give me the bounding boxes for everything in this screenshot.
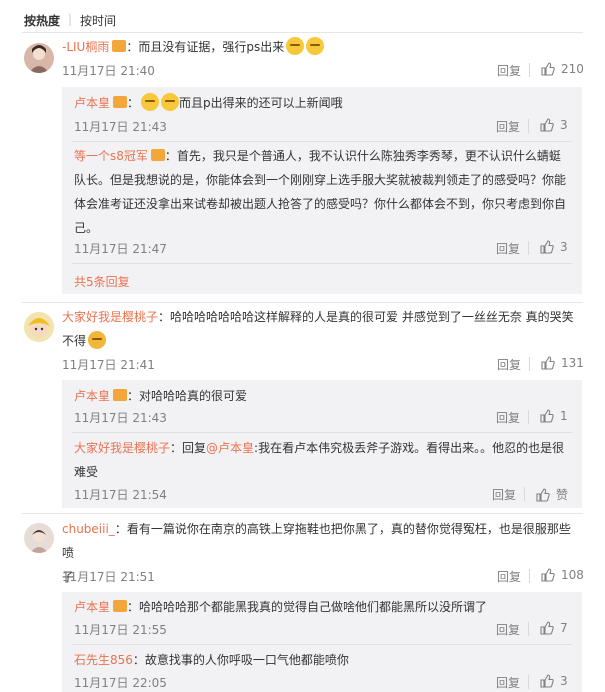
divider <box>528 241 529 255</box>
reply-time: 11月17日 21:55 <box>74 623 167 637</box>
thumbs-up-icon <box>541 568 555 582</box>
divider <box>72 644 572 645</box>
reply-text: 石先生856：故意找事的人你呼吸一口气他都能喷你 <box>74 653 349 667</box>
sort-by-time-tab[interactable]: 按时间 <box>80 12 116 29</box>
thumbs-up-icon <box>541 62 555 76</box>
reply-button[interactable]: 回复 <box>496 240 520 257</box>
divider <box>72 432 572 433</box>
comment-text: -LIU桐雨 ：而且没有证据，强行ps出来 <box>62 35 582 59</box>
thumbs-up-icon <box>540 118 554 132</box>
divider <box>72 263 572 264</box>
doge-emoji-icon <box>141 93 160 111</box>
doge-emoji-icon <box>161 93 180 111</box>
divider <box>529 63 530 77</box>
like-button[interactable]: 3 <box>540 674 568 688</box>
username-link[interactable]: 卢本皇 <box>74 600 110 614</box>
thumbs-up-icon <box>541 356 555 370</box>
comment-time: 11月17日 21:41 <box>62 358 155 372</box>
more-replies-link[interactable]: 共5条回复 <box>74 273 130 290</box>
divider <box>529 569 530 583</box>
like-button[interactable]: 3 <box>540 118 568 132</box>
reply-text: 卢本皇 ：对哈哈哈真的很可爱 <box>74 389 248 403</box>
divider <box>524 487 525 501</box>
divider <box>528 410 529 424</box>
like-button[interactable]: 3 <box>540 240 568 254</box>
vip-badge-icon <box>113 389 128 401</box>
reply-button[interactable]: 回复 <box>496 621 520 638</box>
comment-time: 11月17日 21:51 <box>62 570 155 584</box>
like-button[interactable]: 1 <box>540 409 568 423</box>
username-link[interactable]: 等一个s8冠军 <box>74 149 148 163</box>
reply-box: 卢本皇 ：对哈哈哈真的很可爱 11月17日 21:43 回复 1 大家好我是樱桃子… <box>62 380 582 508</box>
divider <box>529 357 530 371</box>
reply-button[interactable]: 回复 <box>497 62 521 79</box>
reply-button[interactable]: 回复 <box>496 409 520 426</box>
avatar[interactable] <box>24 43 54 73</box>
reply-text: 卢本皇：而且p出得来的还可以上新闻哦 <box>74 91 574 115</box>
username-link[interactable]: 卢本皇 <box>74 96 110 110</box>
username-link[interactable]: -LIU桐雨 <box>62 40 109 54</box>
username-link[interactable]: chubeiii_ <box>62 522 115 536</box>
username-link[interactable]: 卢本皇 <box>74 389 110 403</box>
reply-time: 11月17日 21:47 <box>74 242 167 256</box>
divider <box>22 513 583 514</box>
reply-box: 卢本皇 ：哈哈哈哈那个都能黑我真的觉得自己做啥他们都能黑所以没所谓了 11月17日… <box>62 592 582 692</box>
reply-button[interactable]: 回复 <box>496 118 520 135</box>
reply-time: 11月17日 21:43 <box>74 411 167 425</box>
avatar[interactable] <box>24 312 54 342</box>
doge-emoji-icon <box>286 37 305 55</box>
vip-badge-icon <box>113 600 128 612</box>
thumbs-up-icon <box>540 621 554 635</box>
vip-badge-icon <box>112 40 127 52</box>
comment-time: 11月17日 21:40 <box>62 64 155 78</box>
sort-separator: | <box>68 12 73 26</box>
like-button[interactable]: 7 <box>540 621 568 635</box>
doge-emoji-icon <box>306 37 325 55</box>
reply-time: 11月17日 21:43 <box>74 120 167 134</box>
sort-by-hot-tab[interactable]: 按热度 <box>24 12 60 29</box>
reply-box: 卢本皇：而且p出得来的还可以上新闻哦 11月17日 21:43 回复 3 等一个… <box>62 87 582 294</box>
reply-text: 大家好我是樱桃子：回复@卢本皇:我在看卢本伟究极丢斧子游戏。看得出来。。他忍的也… <box>74 441 565 479</box>
vip-badge-icon <box>113 96 128 108</box>
like-button[interactable]: 108 <box>541 568 584 582</box>
thumbs-up-icon <box>540 240 554 254</box>
comment-text: 大家好我是樱桃子：哈哈哈哈哈哈哈这样解释的人是真的很可爱 并感觉到了一丝丝无奈 … <box>62 310 574 349</box>
username-link[interactable]: 大家好我是樱桃子 <box>62 310 158 324</box>
username-link[interactable]: 大家好我是樱桃子 <box>74 441 170 455</box>
laugh-cry-emoji-icon <box>88 331 107 349</box>
divider <box>528 675 529 689</box>
reply-button[interactable]: 回复 <box>497 568 521 585</box>
divider <box>528 622 529 636</box>
divider <box>22 302 583 303</box>
divider <box>72 141 572 142</box>
reply-text: 等一个s8冠军 ：首先，我只是个普通人，我不认识什么陈独秀李秀琴，更不认识什么蜻蜓… <box>74 149 567 235</box>
divider <box>22 32 583 33</box>
vip-badge-icon <box>150 149 165 161</box>
username-link[interactable]: 石先生856 <box>74 653 133 667</box>
mention-link[interactable]: @卢本皇 <box>206 441 254 455</box>
reply-time: 11月17日 22:05 <box>74 676 167 690</box>
divider <box>528 119 529 133</box>
reply-button[interactable]: 回复 <box>492 486 516 503</box>
thumbs-up-icon <box>540 674 554 688</box>
reply-time: 11月17日 21:54 <box>74 488 167 502</box>
reply-text: 卢本皇 ：哈哈哈哈那个都能黑我真的觉得自己做啥他们都能黑所以没所谓了 <box>74 600 488 614</box>
thumbs-up-icon <box>536 488 550 502</box>
sort-bar: 按热度 | 按时间 <box>0 0 605 36</box>
like-button[interactable]: 赞 <box>536 486 568 503</box>
avatar[interactable] <box>24 523 54 553</box>
reply-button[interactable]: 回复 <box>497 356 521 373</box>
thumbs-up-icon <box>540 409 554 423</box>
like-button[interactable]: 131 <box>541 356 584 370</box>
like-button[interactable]: 210 <box>541 62 584 76</box>
reply-button[interactable]: 回复 <box>496 674 520 691</box>
